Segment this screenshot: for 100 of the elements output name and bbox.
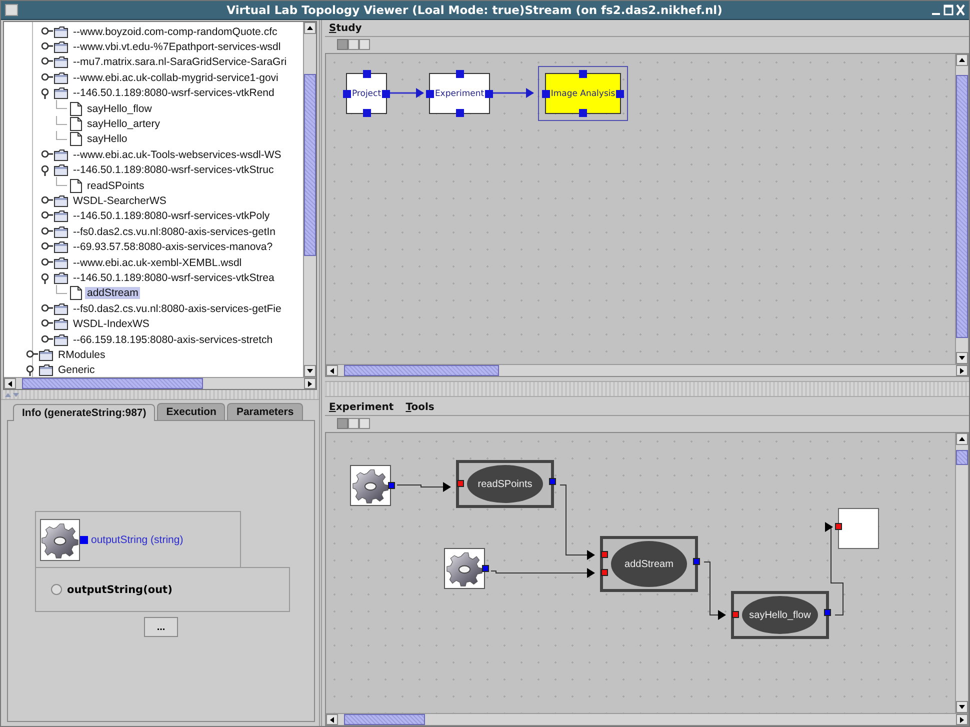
scroll-thumb[interactable] xyxy=(344,365,499,376)
tree-item[interactable]: WSDL-SearcherWS xyxy=(71,194,168,207)
output-port-icon[interactable] xyxy=(388,482,395,488)
document-icon xyxy=(70,117,82,132)
tree-item[interactable]: --mu7.matrix.sara.nl-SaraGridService-SaraGri xyxy=(71,56,289,68)
input-port-icon[interactable] xyxy=(601,551,608,558)
tree-item[interactable]: Generic xyxy=(56,364,97,376)
port-icon[interactable] xyxy=(542,90,550,98)
gear-icon[interactable] xyxy=(350,465,391,506)
horizontal-scrollbar[interactable] xyxy=(4,377,316,389)
vertical-scrollbar[interactable] xyxy=(303,22,316,377)
input-port-icon[interactable] xyxy=(732,611,739,618)
split-handle[interactable] xyxy=(1,390,319,400)
port-icon[interactable] xyxy=(426,90,434,98)
scroll-thumb[interactable] xyxy=(956,74,968,338)
scroll-thumb[interactable] xyxy=(22,378,204,389)
scroll-right-button[interactable] xyxy=(304,378,316,389)
tree-item[interactable]: --www.ebi.ac.uk-xembl-XEMBL.wsdl xyxy=(71,256,244,269)
scroll-down-button[interactable] xyxy=(956,352,968,364)
tree-item[interactable]: --146.50.1.189:8080-wsrf-services-vtkStrea xyxy=(71,272,276,284)
tab[interactable]: Info (generateString:987) xyxy=(13,404,156,421)
port-icon[interactable] xyxy=(485,90,493,98)
port-label: outputString (string) xyxy=(91,534,184,546)
tree-item[interactable]: --www.ebi.ac.uk-collab-mygrid-service1-govi xyxy=(71,72,280,84)
input-port-icon[interactable] xyxy=(835,523,842,530)
tree-item[interactable]: WSDL-IndexWS xyxy=(71,318,152,330)
port-icon[interactable] xyxy=(382,90,390,98)
tree-item[interactable]: --146.50.1.189:8080-wsrf-services-vtkRend xyxy=(71,87,276,100)
scroll-up-button[interactable] xyxy=(956,54,968,66)
port-icon[interactable] xyxy=(343,90,351,98)
tree-item[interactable]: --www.vbi.vt.edu-%7Epathport-services-wsdl xyxy=(71,41,283,54)
radio-button[interactable] xyxy=(51,584,62,595)
study-node[interactable]: Project xyxy=(346,73,387,114)
input-port-icon[interactable] xyxy=(457,480,464,487)
more-button[interactable]: ... xyxy=(144,617,178,637)
study-node[interactable]: Experiment xyxy=(429,73,490,114)
output-port-icon[interactable] xyxy=(482,564,489,572)
service-node[interactable]: addStream xyxy=(600,536,698,592)
left-arrow-icon xyxy=(330,368,334,374)
folder-icon xyxy=(54,56,68,68)
study-node[interactable]: Image Analysis xyxy=(545,73,621,114)
vertical-scrollbar[interactable] xyxy=(955,54,968,364)
menu-item[interactable]: Study xyxy=(329,22,362,34)
vertical-scrollbar[interactable] xyxy=(955,433,968,713)
port-icon[interactable] xyxy=(456,109,464,117)
split-handle[interactable] xyxy=(325,381,969,397)
output-node[interactable] xyxy=(838,508,879,549)
view-toggle-icon[interactable] xyxy=(337,39,371,50)
service-node[interactable]: sayHello_flow xyxy=(731,591,829,639)
tree-item[interactable]: sayHello_flow xyxy=(85,102,154,115)
tab[interactable]: Parameters xyxy=(227,403,303,420)
gear-icon[interactable] xyxy=(444,548,485,589)
tab[interactable]: Execution xyxy=(157,403,226,420)
menu-item[interactable]: Tools xyxy=(406,402,434,412)
tree-item[interactable]: --www.ebi.ac.uk-Tools-webservices-wsdl-WS xyxy=(71,148,284,161)
window-title: Virtual Lab Topology Viewer (Loal Mode: true)Stream (on fs2.das2.nikhef.nl) xyxy=(226,3,724,17)
scroll-right-button[interactable] xyxy=(956,714,968,725)
scroll-down-button[interactable] xyxy=(956,701,968,713)
scroll-up-button[interactable] xyxy=(956,433,968,445)
tree-item[interactable]: --fs0.das2.cs.vu.nl:8080-axis-services-getFie xyxy=(71,302,284,315)
output-port-icon[interactable] xyxy=(80,536,88,544)
service-node[interactable]: readSPoints xyxy=(456,460,554,508)
horizontal-scrollbar[interactable] xyxy=(326,713,968,725)
scroll-thumb[interactable] xyxy=(344,714,424,725)
menu-item[interactable]: Experiment xyxy=(329,402,394,412)
tree-item[interactable]: RModules xyxy=(56,348,108,361)
port-icon[interactable] xyxy=(362,70,370,78)
connector-arrow xyxy=(704,562,726,620)
tree-item[interactable]: readSPoints xyxy=(85,180,146,192)
port-icon[interactable] xyxy=(362,109,370,117)
tree-item[interactable]: --146.50.1.189:8080-wsrf-services-vtkPoly xyxy=(71,210,272,222)
folder-icon xyxy=(54,302,68,315)
view-toggle-icon[interactable] xyxy=(337,418,371,429)
folder-icon xyxy=(54,334,68,346)
scroll-left-button[interactable] xyxy=(4,378,16,389)
scroll-right-button[interactable] xyxy=(956,365,968,376)
output-radio[interactable]: outputString(out) xyxy=(51,584,172,596)
tree-item[interactable]: --146.50.1.189:8080-wsrf-services-vtkStruc xyxy=(71,164,276,176)
document-icon xyxy=(70,286,82,300)
tree-item[interactable]: addStream xyxy=(85,287,140,300)
tree-item[interactable]: --www.boyzoid.com-comp-randomQuote.cfc xyxy=(71,26,280,38)
port-icon[interactable] xyxy=(456,70,464,78)
tree-item[interactable]: --69.93.57.58:8080-axis-services-manova? xyxy=(71,241,275,254)
connector-arrow xyxy=(390,88,424,98)
scroll-thumb[interactable] xyxy=(304,74,316,256)
tree-item[interactable]: sayHello_artery xyxy=(85,118,162,130)
scroll-thumb[interactable] xyxy=(956,450,968,466)
tree-toggle-icon[interactable] xyxy=(41,334,53,346)
input-port-icon[interactable] xyxy=(601,569,608,576)
tree-item[interactable]: sayHello xyxy=(85,133,130,146)
scroll-left-button[interactable] xyxy=(326,714,338,725)
scroll-left-button[interactable] xyxy=(326,365,338,376)
window-controls-icon[interactable] xyxy=(931,3,965,17)
scroll-up-button[interactable] xyxy=(304,22,316,34)
horizontal-scrollbar[interactable] xyxy=(326,364,968,376)
up-arrow-icon xyxy=(959,437,965,441)
scroll-down-button[interactable] xyxy=(304,365,316,377)
tree-item[interactable]: --fs0.das2.cs.vu.nl:8080-axis-services-getIn xyxy=(71,226,278,238)
tree-item[interactable]: --66.159.18.195:8080-axis-services-stretch xyxy=(71,334,275,346)
port-icon[interactable] xyxy=(616,90,624,98)
